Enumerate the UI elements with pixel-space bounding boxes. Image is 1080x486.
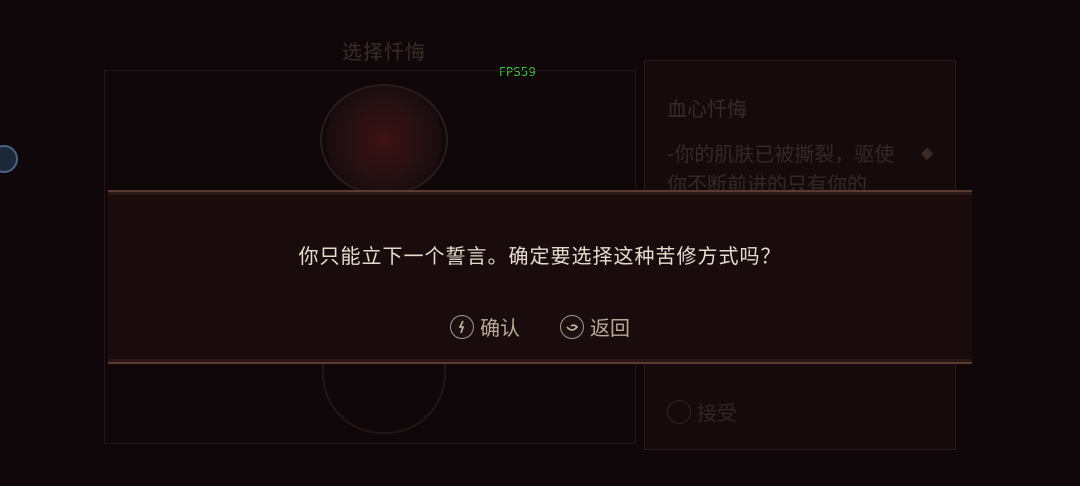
confirm-dialog: 你只能立下一个誓言。确定要选择这种苦修方式吗？ 确认 返回 bbox=[108, 190, 972, 364]
back-key-icon bbox=[560, 314, 584, 339]
accept-button[interactable]: 接受 bbox=[667, 397, 737, 426]
confirm-key-icon bbox=[450, 314, 474, 339]
back-label: 返回 bbox=[590, 316, 630, 340]
screen-title: 选择忏悔 bbox=[342, 40, 426, 64]
back-button[interactable]: 返回 bbox=[560, 312, 630, 341]
confirm-label: 确认 bbox=[480, 316, 520, 340]
penance-title: 血心忏悔 bbox=[667, 97, 747, 121]
scroll-ornament-icon: ◆ bbox=[921, 143, 934, 162]
side-badge-icon[interactable] bbox=[0, 145, 18, 173]
confirm-button[interactable]: 确认 bbox=[450, 312, 520, 341]
accept-label: 接受 bbox=[697, 401, 737, 425]
dialog-message: 你只能立下一个誓言。确定要选择这种苦修方式吗？ bbox=[298, 244, 782, 268]
controller-button-icon bbox=[667, 399, 691, 424]
dialog-actions: 确认 返回 bbox=[108, 312, 972, 341]
blood-heart-emblem-icon[interactable] bbox=[320, 84, 448, 196]
